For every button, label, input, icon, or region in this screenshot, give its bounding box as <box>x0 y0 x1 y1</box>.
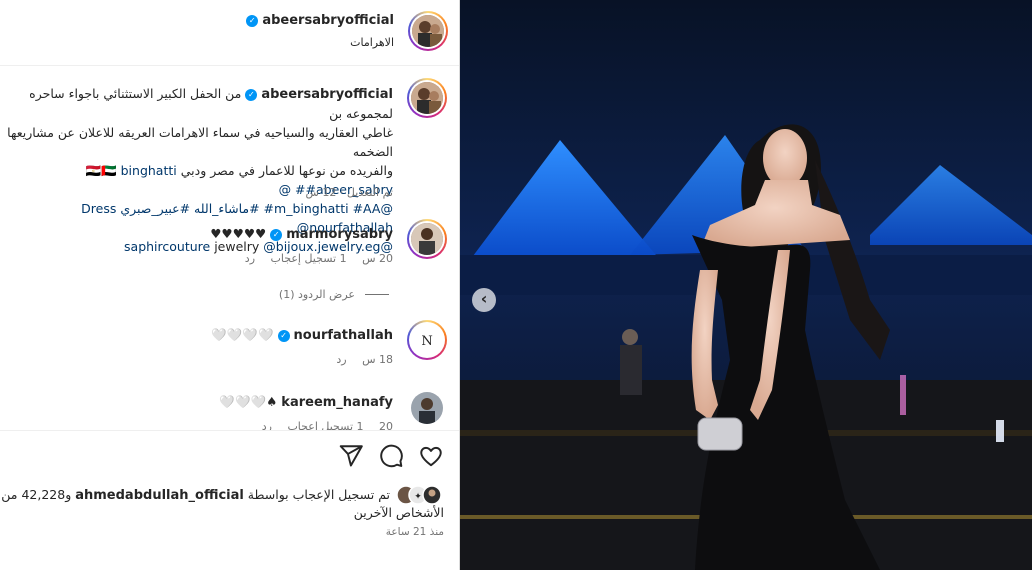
reply-button[interactable]: رد <box>336 353 346 366</box>
comment-username[interactable]: nourfathallah <box>294 328 393 343</box>
likes-user[interactable]: ahmedabdullah_official <box>75 488 244 503</box>
heart-icon[interactable] <box>418 443 444 469</box>
comment-time[interactable]: 18 س <box>362 353 393 366</box>
post-photo[interactable]: ‹ <box>460 0 1032 570</box>
verified-icon: ✓ <box>270 229 283 241</box>
verified-icon: ✓ <box>245 89 258 101</box>
reply-button[interactable]: رد <box>245 252 255 265</box>
caption-username[interactable]: abeersabryofficial <box>261 87 393 102</box>
likes-avatars: ✦ <box>394 485 444 505</box>
comment-text: ♠🤍🤍🤍 <box>219 394 278 409</box>
comment-text: ♥♥♥♥♥ <box>210 226 267 241</box>
comment-likes[interactable]: 1 تسجيل إعجاب <box>271 252 347 265</box>
chevron-left-icon[interactable]: ‹ <box>472 288 496 312</box>
header-username-row[interactable]: ✓ abeersabryofficial <box>246 13 394 28</box>
likes-prefix: تم تسجيل الإعجاب بواسطة <box>243 487 391 502</box>
comment-time[interactable]: 20 س <box>362 252 393 265</box>
post-header: ✓ abeersabryofficial الاهرامات <box>0 0 459 66</box>
comment-avatar[interactable] <box>411 392 443 424</box>
verified-icon: ✓ <box>277 330 290 342</box>
likes-summary: تم تسجيل الإعجاب بواسطة ahmedabdullah_of… <box>0 486 444 521</box>
comment-avatar[interactable]: N <box>407 320 447 360</box>
post-date[interactable]: منذ 21 ساعة <box>386 526 444 538</box>
header-avatar[interactable] <box>408 11 448 51</box>
comment-avatar[interactable] <box>407 219 447 259</box>
svg-text:✦: ✦ <box>414 492 422 502</box>
comment-meta: 20 س 1 تسجيل إعجاب رد <box>233 252 393 265</box>
comment-text: 🤍🤍🤍🤍 <box>211 327 274 342</box>
comment-row: marmorysabry ✓ ♥♥♥♥♥ <box>210 226 393 242</box>
caption-line-2: غاطي العقاريه والسياحيه في سماء الاهراما… <box>7 125 393 159</box>
comment-meta: 18 س رد <box>324 353 393 366</box>
header-location[interactable]: الاهرامات <box>350 36 394 49</box>
caption-timestamp[interactable]: تم التعديل · 12 س <box>305 186 393 199</box>
comment-row: nourfathallah ✓ 🤍🤍🤍🤍 <box>211 327 393 343</box>
verified-icon: ✓ <box>246 15 259 27</box>
post-image <box>460 0 1032 570</box>
post-detail-panel: ✓ abeersabryofficial الاهرامات abeersabr… <box>0 0 460 570</box>
hashtag-abeer[interactable]: #عبير_صبري <box>120 201 190 216</box>
view-replies-label: عرض الردود (1) <box>278 288 355 301</box>
svg-text:N: N <box>421 334 432 349</box>
send-icon[interactable] <box>338 443 364 469</box>
comment-row: kareem_hanafy ♠🤍🤍🤍 <box>219 394 393 410</box>
caption-avatar[interactable] <box>407 78 447 118</box>
view-replies-button[interactable]: عرض الردود (1) <box>279 288 389 301</box>
comment-username[interactable]: marmorysabry <box>286 227 393 242</box>
comment-username[interactable]: kareem_hanafy <box>281 395 393 410</box>
comment-icon[interactable] <box>378 443 404 469</box>
action-bar: تم تسجيل الإعجاب بواسطة ahmedabdullah_of… <box>0 430 459 570</box>
replies-divider <box>365 294 389 295</box>
header-username[interactable]: abeersabryofficial <box>262 13 394 28</box>
